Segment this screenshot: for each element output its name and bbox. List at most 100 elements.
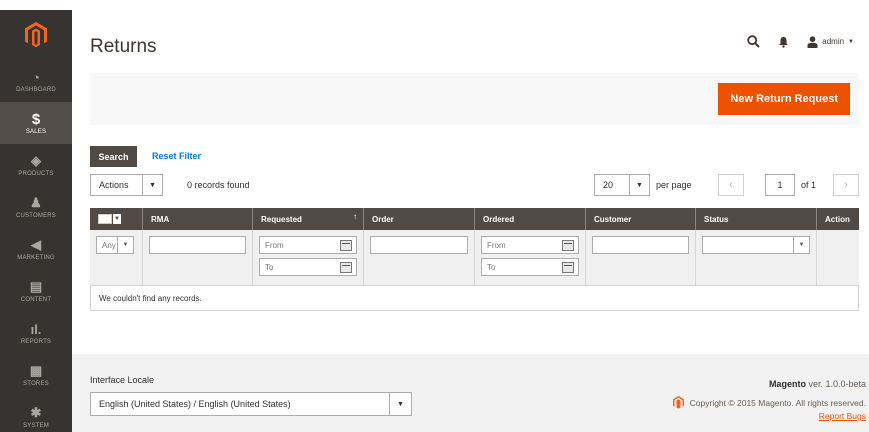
page-actions-bar: New Return Request — [90, 73, 859, 125]
interface-locale-select[interactable]: English (United States) / English (Unite… — [90, 392, 412, 416]
ordered-to-placeholder: To — [487, 262, 496, 272]
magento-logo-icon — [672, 396, 684, 409]
copyright-line: Copyright © 2015 Magento. All rights res… — [672, 396, 866, 409]
version-text: ver. 1.0.0-beta — [808, 379, 866, 389]
sort-arrow-icon: ↑ — [353, 212, 357, 221]
grid-header-row: ▼ RMA Requested ↑ Order Ordered Customer… — [90, 208, 859, 230]
returns-grid: ▼ RMA Requested ↑ Order Ordered Customer… — [90, 208, 859, 311]
sidebar-item-label: Marketing — [17, 255, 55, 261]
user-menu[interactable]: admin ▼ — [807, 35, 854, 48]
select-all-checkbox[interactable] — [98, 214, 112, 224]
column-header-requested[interactable]: Requested ↑ — [253, 208, 364, 230]
chevron-down-icon: ▼ — [117, 237, 133, 253]
mass-select-header[interactable]: ▼ — [90, 208, 143, 230]
page-number-input[interactable]: 1 — [765, 174, 795, 196]
notification-bell-icon[interactable] — [778, 36, 789, 48]
bar-chart-icon: ıl. — [30, 321, 42, 337]
chevron-down-icon: ▼ — [793, 237, 809, 253]
top-strip — [0, 0, 869, 10]
search-icon[interactable] — [747, 35, 760, 48]
sidebar-item-reports[interactable]: ıl. Reports — [0, 312, 72, 354]
filter-cell-action — [817, 230, 859, 285]
page-total: of 1 — [801, 180, 817, 190]
requested-from-placeholder: From — [265, 240, 284, 250]
filter-cell-requested: From To — [253, 230, 364, 285]
dashboard-icon: ◔ — [32, 69, 40, 85]
report-bugs-link[interactable]: Report Bugs — [819, 411, 866, 421]
store-icon: ▦ — [29, 363, 43, 378]
calendar-icon[interactable] — [340, 262, 352, 273]
mass-actions-select[interactable]: Actions ▼ — [90, 174, 163, 196]
ordered-to-input[interactable]: To — [481, 258, 579, 276]
sidebar-item-system[interactable]: ✱ System — [0, 396, 72, 432]
sidebar-item-label: Sales — [25, 129, 47, 135]
column-header-rma[interactable]: RMA — [143, 208, 253, 230]
calendar-icon[interactable] — [562, 262, 574, 273]
any-select[interactable]: Any ▼ — [96, 236, 134, 254]
order-filter-input[interactable] — [370, 236, 468, 254]
chevron-down-icon: ▼ — [142, 175, 162, 195]
sidebar-item-dashboard[interactable]: ◔ Dashboard — [0, 60, 72, 102]
per-page-label: per page — [656, 180, 692, 190]
per-page-value: 20 — [603, 180, 614, 190]
sidebar-item-label: Stores — [23, 381, 49, 387]
brand-name: Magento — [768, 379, 806, 389]
filter-cell-mass: Any ▼ — [90, 230, 143, 285]
sidebar-item-content[interactable]: ▤ Content — [0, 270, 72, 312]
chevron-down-icon: ▼ — [629, 175, 649, 195]
filter-cell-ordered: From To — [475, 230, 586, 285]
sidebar-item-label: Customers — [15, 213, 57, 219]
grid-filter-row: Any ▼ From To From To ▼ — [90, 230, 859, 286]
per-page-select[interactable]: 20 ▼ — [594, 174, 650, 196]
cube-icon: ◈ — [31, 153, 41, 168]
sidebar-item-stores[interactable]: ▦ Stores — [0, 354, 72, 396]
sidebar-item-label: Content — [20, 297, 52, 303]
sidebar-item-label: Dashboard — [16, 87, 56, 93]
page-title: Returns — [90, 36, 157, 57]
requested-to-input[interactable]: To — [259, 258, 357, 276]
sidebar-item-label: Products — [18, 171, 54, 177]
customer-filter-input[interactable] — [592, 236, 689, 254]
header-actions: admin ▼ — [747, 35, 854, 48]
reset-filter-link[interactable]: Reset Filter — [152, 151, 201, 161]
chevron-right-icon: › — [844, 179, 848, 191]
previous-page-button[interactable]: ‹ — [718, 174, 744, 196]
new-return-request-button[interactable]: New Return Request — [718, 83, 850, 115]
magento-logo-icon — [25, 22, 47, 48]
dollar-icon: $ — [31, 110, 41, 128]
sidebar-item-sales[interactable]: $ Sales — [0, 102, 72, 144]
chevron-down-icon: ▼ — [848, 38, 854, 45]
chevron-left-icon: ‹ — [729, 179, 733, 191]
magento-logo[interactable] — [0, 10, 72, 60]
calendar-icon[interactable] — [562, 240, 574, 251]
empty-grid-message: We couldn't find any records. — [90, 286, 859, 311]
admin-sidebar: ◔ Dashboard $ Sales ◈ Products ♟ Customers ◀ Mark… — [0, 10, 72, 432]
calendar-icon[interactable] — [340, 240, 352, 251]
interface-locale-label: Interface Locale — [90, 375, 155, 385]
status-filter-select[interactable]: ▼ — [702, 236, 810, 254]
sidebar-item-marketing[interactable]: ◀ Marketing — [0, 228, 72, 270]
main-content: Returns admin ▼ New Return Request Searc… — [72, 10, 869, 432]
requested-from-input[interactable]: From — [259, 236, 357, 254]
mass-actions-label: Actions — [99, 180, 129, 190]
search-button[interactable]: Search — [90, 146, 137, 167]
chevron-down-icon: ▼ — [113, 214, 121, 224]
column-header-status[interactable]: Status — [696, 208, 817, 230]
any-select-value: Any — [102, 240, 116, 250]
filter-cell-order — [364, 230, 475, 285]
chevron-down-icon: ▼ — [389, 393, 411, 415]
user-icon — [807, 35, 818, 48]
sidebar-item-label: Reports — [20, 339, 52, 345]
gear-icon: ✱ — [30, 405, 42, 420]
column-header-ordered[interactable]: Ordered — [475, 208, 586, 230]
sidebar-item-customers[interactable]: ♟ Customers — [0, 186, 72, 228]
sidebar-item-products[interactable]: ◈ Products — [0, 144, 72, 186]
next-page-button[interactable]: › — [833, 174, 859, 196]
filter-cell-customer — [586, 230, 696, 285]
ordered-from-input[interactable]: From — [481, 236, 579, 254]
sidebar-item-label: System — [23, 423, 49, 429]
column-header-customer[interactable]: Customer — [586, 208, 696, 230]
column-header-order[interactable]: Order — [364, 208, 475, 230]
rma-filter-input[interactable] — [149, 236, 246, 254]
page-footer: Interface Locale English (United States)… — [72, 354, 869, 432]
